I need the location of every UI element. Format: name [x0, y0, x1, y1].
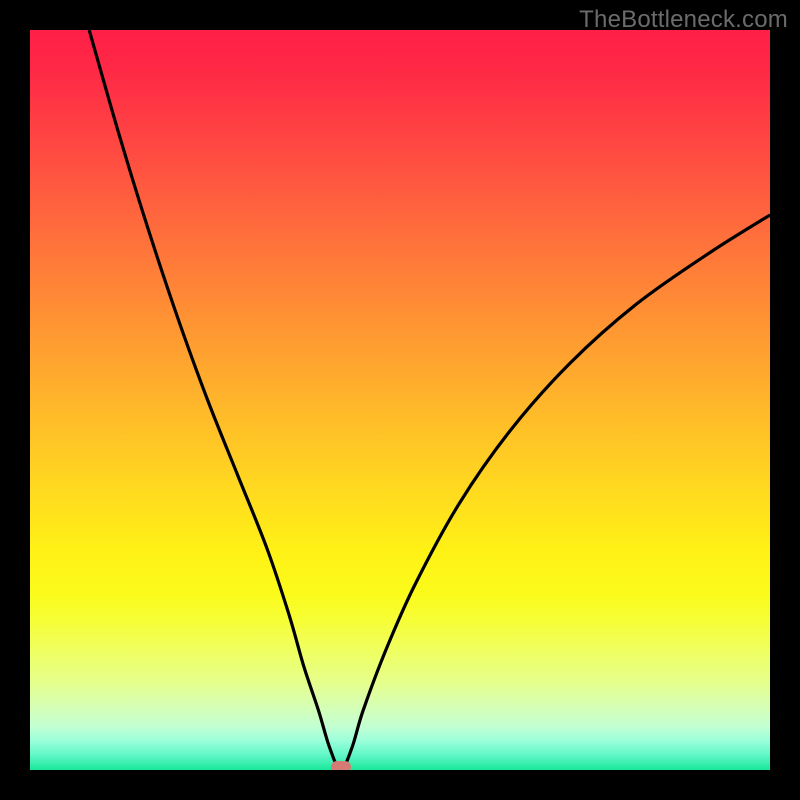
watermark-text: TheBottleneck.com [579, 6, 788, 34]
optimal-point-marker [331, 761, 351, 770]
plot-area [30, 30, 770, 770]
curve-path [89, 30, 770, 770]
bottleneck-curve [30, 30, 770, 770]
chart-outer-frame: TheBottleneck.com [0, 0, 800, 800]
